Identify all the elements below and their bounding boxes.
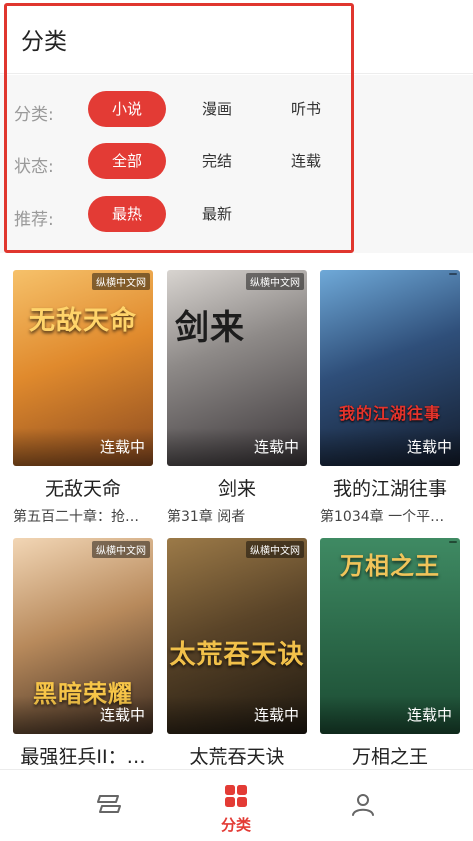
status-badge: 连载中 bbox=[167, 428, 307, 466]
book-card[interactable]: 纵横中文网 剑来 连载中 剑来 第31章 阅者 bbox=[167, 270, 307, 530]
book-title: 我的江湖往事 bbox=[332, 478, 447, 500]
page-title: 分类 bbox=[21, 29, 67, 55]
status-badge: 连载中 bbox=[167, 696, 307, 734]
filter-panel: 分类: 小说 漫画 听书 状态: 全部 完结 连载 推荐: 最热 最新 bbox=[0, 75, 473, 253]
top-header: 分类 bbox=[0, 0, 473, 74]
book-chapter: 第五百二十章：抢… bbox=[13, 509, 139, 525]
book-title: 剑来 bbox=[217, 478, 256, 500]
book-cover: 万相之王 连载中 bbox=[320, 538, 460, 734]
user-icon bbox=[352, 794, 374, 816]
filter-row-status: 状态: 全部 完结 连载 bbox=[0, 143, 473, 183]
chip-serializing[interactable]: 连载 bbox=[267, 143, 345, 179]
book-cover: 纵横中文网 黑暗荣耀 连载中 bbox=[13, 538, 153, 734]
book-cover: 纵横中文网 剑来 连载中 bbox=[167, 270, 307, 466]
status-badge: 连载中 bbox=[320, 696, 460, 734]
grid-icon bbox=[225, 785, 247, 807]
filter-row-recommend: 推荐: 最热 最新 bbox=[0, 196, 473, 236]
cover-title: 剑来 bbox=[175, 308, 245, 348]
cover-title: 万相之王 bbox=[340, 551, 440, 580]
filter-label: 推荐: bbox=[14, 210, 54, 230]
chip-audiobook[interactable]: 听书 bbox=[267, 91, 345, 127]
chip-all[interactable]: 全部 bbox=[88, 143, 166, 179]
book-title: 万相之王 bbox=[351, 746, 428, 768]
status-badge: 连载中 bbox=[320, 428, 460, 466]
filter-label: 状态: bbox=[14, 157, 54, 177]
book-chapter: 第31章 阅者 bbox=[167, 509, 246, 525]
book-card[interactable]: 纵横中文网 太荒吞天诀 连载中 太荒吞天诀 bbox=[167, 538, 307, 798]
book-cover: 纵横中文网 无敌天命 连载中 bbox=[13, 270, 153, 466]
book-title: 太荒吞天诀 bbox=[189, 746, 285, 768]
cover-title: 太荒吞天诀 bbox=[169, 640, 305, 670]
tab-bookshelf[interactable] bbox=[49, 770, 169, 841]
book-card[interactable]: 纵横中文网 无敌天命 连载中 无敌天命 第五百二十章：抢… bbox=[13, 270, 153, 530]
chip-completed[interactable]: 完结 bbox=[178, 143, 256, 179]
chip-hottest[interactable]: 最热 bbox=[88, 196, 166, 232]
cover-title: 我的江湖往事 bbox=[338, 404, 441, 423]
tab-category[interactable]: 分类 bbox=[176, 770, 296, 841]
tab-profile[interactable] bbox=[303, 770, 423, 841]
filter-row-category: 分类: 小说 漫画 听书 bbox=[0, 91, 473, 131]
bottom-tab-bar: 分类 bbox=[0, 769, 473, 841]
book-title: 无敌天命 bbox=[44, 478, 121, 500]
cover-title: 无敌天命 bbox=[28, 306, 137, 336]
status-badge: 连载中 bbox=[13, 428, 153, 466]
publisher-badge: 纵横中文网 bbox=[246, 541, 304, 558]
chip-newest[interactable]: 最新 bbox=[178, 196, 256, 232]
filter-label: 分类: bbox=[14, 105, 54, 125]
publisher-badge: 纵横中文网 bbox=[92, 273, 150, 290]
status-badge: 连载中 bbox=[13, 696, 153, 734]
tab-category-label: 分类 bbox=[220, 816, 251, 834]
publisher-badge: 纵横中文网 bbox=[246, 273, 304, 290]
publisher-badge bbox=[449, 273, 457, 275]
book-title: 最强狂兵II：… bbox=[20, 746, 146, 768]
book-cover: 纵横中文网 太荒吞天诀 连载中 bbox=[167, 538, 307, 734]
book-card[interactable]: 万相之王 连载中 万相之王 bbox=[320, 538, 460, 798]
publisher-badge bbox=[449, 541, 457, 543]
bookshelf-icon bbox=[97, 795, 121, 813]
chip-comic[interactable]: 漫画 bbox=[178, 91, 256, 127]
chip-novel[interactable]: 小说 bbox=[88, 91, 166, 127]
book-cover: 我的江湖往事 连载中 bbox=[320, 270, 460, 466]
book-chapter: 第1034章 一个平… bbox=[320, 509, 445, 525]
book-card[interactable]: 纵横中文网 黑暗荣耀 连载中 最强狂兵II：… bbox=[13, 538, 153, 798]
publisher-badge: 纵横中文网 bbox=[92, 541, 150, 558]
book-card[interactable]: 我的江湖往事 连载中 我的江湖往事 第1034章 一个平… bbox=[320, 270, 460, 530]
